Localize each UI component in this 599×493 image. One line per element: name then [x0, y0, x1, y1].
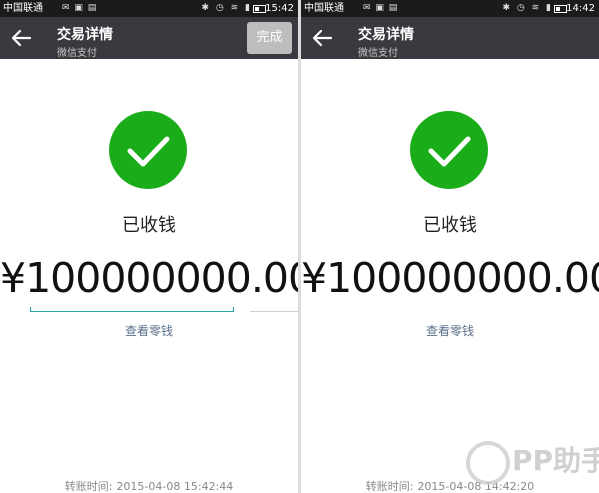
carrier-label: 中国联通: [304, 3, 344, 14]
done-button[interactable]: 完成: [247, 22, 292, 54]
payment-status-text: 已收钱: [423, 215, 477, 236]
amount-input-underline: [30, 307, 234, 312]
back-arrow-icon[interactable]: [311, 28, 333, 48]
carrier-label: 中国联通: [3, 3, 43, 14]
underline-divider: [250, 311, 298, 312]
clock: 14:42: [566, 3, 595, 14]
view-change-link[interactable]: 查看零钱: [301, 322, 599, 339]
payment-status-text: 已收钱: [122, 215, 176, 236]
transfer-time-label: 转账时间:: [64, 480, 113, 493]
success-check-icon: [109, 111, 187, 189]
page-subtitle: 微信支付: [57, 48, 97, 59]
clock: 15:42: [265, 3, 294, 14]
pp-assistant-watermark: PP助手: [466, 437, 599, 487]
page-subtitle: 微信支付: [358, 48, 398, 59]
watermark-text: PP助手: [512, 444, 599, 477]
left-screenshot-panel: 中国联通 ✉ ▣ ▤ ✱ ◷ ≋ ▮ 15:42 交易详情 微信支付 完成 已收…: [0, 0, 298, 493]
status-bar: 中国联通 ✉ ▣ ▤ ✱ ◷ ≋ ▮ 15:42: [0, 0, 298, 17]
transfer-time-label: 转账时间:: [365, 480, 414, 493]
page-title: 交易详情: [57, 27, 113, 43]
back-arrow-icon[interactable]: [10, 28, 32, 48]
watermark-logo-icon: [466, 441, 510, 485]
system-icons: ✱ ◷ ≋ ▮: [201, 3, 252, 13]
title-bar: 交易详情 微信支付 完成: [0, 17, 298, 59]
amount-text: ¥100000000.00: [301, 254, 599, 302]
right-screenshot-panel: 中国联通 ✉ ▣ ▤ ✱ ◷ ≋ ▮ 14:42 交易详情 微信支付 已收钱 ¥…: [301, 0, 599, 493]
battery-icon: [253, 5, 266, 13]
title-bar: 交易详情 微信支付: [301, 17, 599, 59]
success-check-icon: [410, 111, 488, 189]
view-change-link[interactable]: 查看零钱: [0, 322, 298, 339]
battery-icon: [554, 5, 567, 13]
notification-icons: ✉ ▣ ▤: [363, 3, 399, 13]
page-title: 交易详情: [358, 27, 414, 43]
transfer-time-row: 转账时间: 2015-04-08 15:42:44: [0, 478, 298, 493]
transfer-time-value: 2015-04-08 15:42:44: [116, 480, 234, 493]
status-bar: 中国联通 ✉ ▣ ▤ ✱ ◷ ≋ ▮ 14:42: [301, 0, 599, 17]
amount-text: ¥100000000.00: [0, 254, 298, 302]
system-icons: ✱ ◷ ≋ ▮: [502, 3, 553, 13]
notification-icons: ✉ ▣ ▤: [62, 3, 98, 13]
